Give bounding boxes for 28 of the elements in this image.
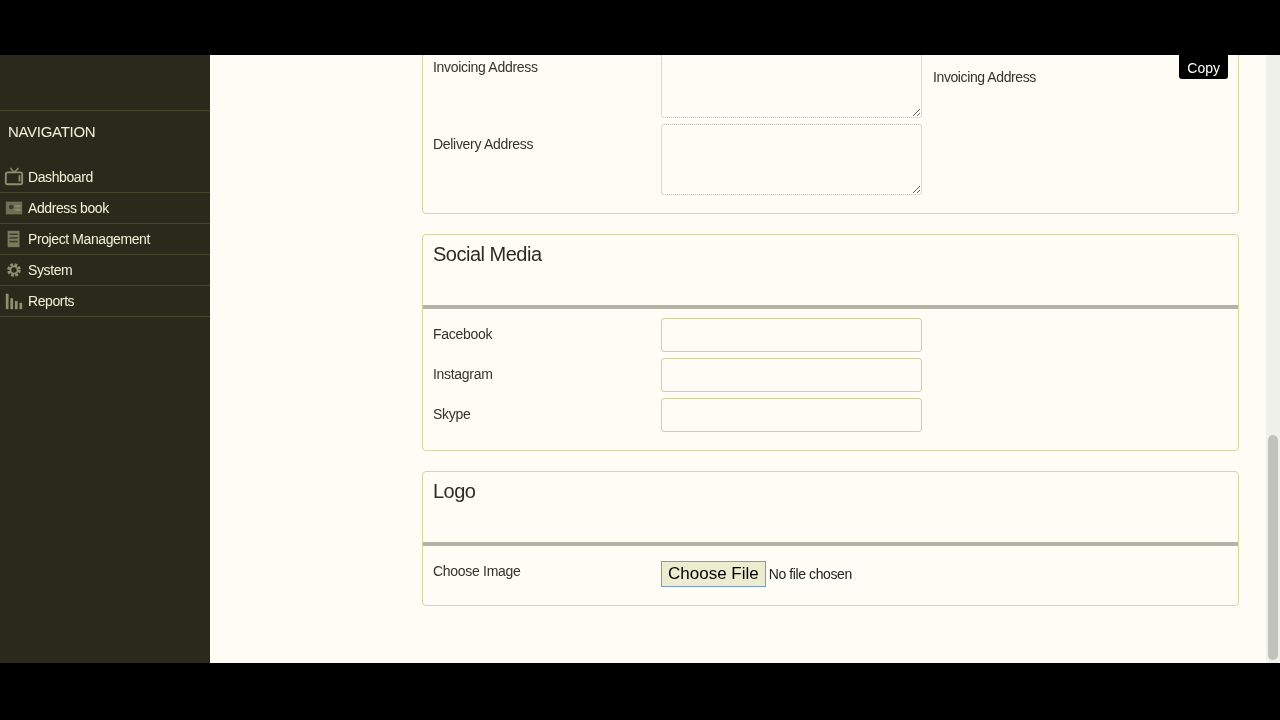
file-status: No file chosen bbox=[768, 566, 852, 582]
side-text: Invoicing Address bbox=[933, 69, 1036, 85]
nav-item[interactable]: Dashboard bbox=[0, 162, 210, 193]
navigation-heading: NAVIGATION bbox=[7, 122, 97, 142]
section-title: Logo bbox=[432, 479, 477, 503]
field-label: Delivery Address bbox=[433, 135, 535, 152]
field-label: Invoicing Address bbox=[433, 58, 539, 75]
nav-item[interactable]: Project Management bbox=[0, 224, 210, 255]
input-field[interactable] bbox=[661, 318, 922, 352]
settings-icon bbox=[4, 260, 24, 280]
bar-chart-icon bbox=[4, 291, 24, 311]
scrollbar[interactable] bbox=[1266, 55, 1280, 663]
tv-icon bbox=[4, 167, 24, 187]
scrollbar-thumb[interactable] bbox=[1268, 435, 1278, 660]
nav-item[interactable]: Reports bbox=[0, 286, 210, 317]
choose-file-button[interactable]: Choose File bbox=[661, 561, 766, 587]
field-label: Instagram bbox=[433, 365, 494, 382]
copy-button[interactable]: Copy bbox=[1179, 55, 1228, 79]
text-area[interactable] bbox=[661, 124, 922, 195]
nav-item[interactable]: System bbox=[0, 255, 210, 286]
field-label: Facebook bbox=[433, 325, 494, 342]
input-field[interactable] bbox=[661, 398, 922, 432]
input-field[interactable] bbox=[661, 358, 922, 392]
nav-item[interactable]: Address book bbox=[0, 193, 210, 224]
section-title: Social Media bbox=[432, 242, 543, 266]
field-label: Skype bbox=[433, 405, 472, 422]
field-label: Choose Image bbox=[433, 562, 522, 579]
text-area[interactable] bbox=[661, 55, 922, 118]
